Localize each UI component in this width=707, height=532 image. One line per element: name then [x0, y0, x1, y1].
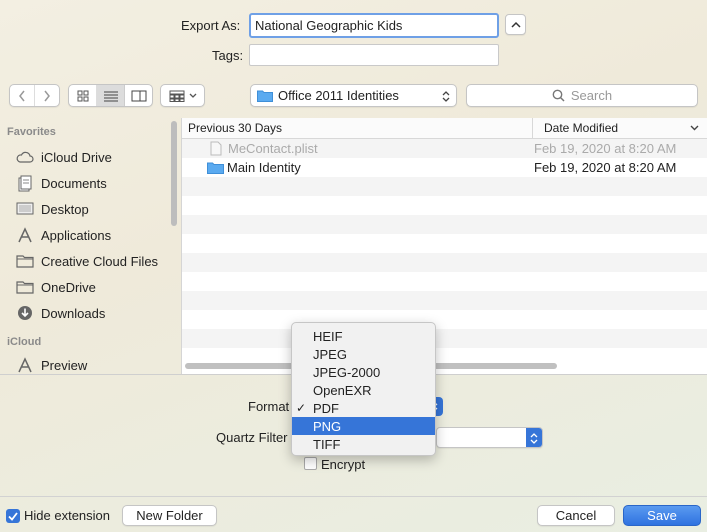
download-icon	[15, 305, 35, 321]
icloud-header: iCloud	[7, 336, 42, 348]
column-view-button[interactable]	[125, 85, 152, 106]
forward-button[interactable]	[35, 85, 59, 106]
location-popup[interactable]: Office 2011 Identities	[250, 84, 457, 107]
grid-icon	[77, 90, 88, 101]
view-switcher	[68, 84, 153, 107]
sidebar-item-desktop[interactable]: Desktop	[0, 196, 181, 222]
file-date: Feb 19, 2020 at 8:20 AM	[534, 160, 677, 175]
tags-input[interactable]	[249, 44, 499, 66]
format-option-openexr[interactable]: OpenEXR	[292, 381, 435, 399]
folder-icon	[15, 254, 35, 268]
sidebar-item-label: OneDrive	[41, 279, 96, 295]
sidebar: Favorites iCloud Drive Documents Desktop…	[0, 118, 181, 374]
column-header: Previous 30 Days Date Modified	[182, 118, 707, 139]
applications-icon	[15, 227, 35, 243]
save-button[interactable]: Save	[623, 505, 701, 526]
file-list: Previous 30 Days Date Modified MeContact…	[181, 118, 707, 374]
checkmark-icon	[8, 511, 18, 521]
sidebar-item-creative-cloud-files[interactable]: Creative Cloud Files	[0, 248, 181, 274]
checkmark-icon: ✓	[296, 401, 307, 415]
chevron-up-icon	[510, 21, 521, 28]
sidebar-item-label: Preview	[41, 357, 88, 373]
document-icon	[15, 175, 35, 192]
group-grid-icon	[169, 90, 184, 102]
nav-buttons	[9, 84, 60, 107]
sidebar-item-label: Creative Cloud Files	[41, 253, 159, 269]
tags-label: Tags:	[212, 48, 244, 63]
file-icon	[210, 141, 230, 156]
column-header-date[interactable]: Date Modified	[533, 121, 707, 135]
format-option-jpeg[interactable]: JPEG	[292, 345, 435, 363]
quartz-filter-popup[interactable]	[436, 427, 543, 448]
group-button[interactable]	[160, 84, 205, 107]
file-name: Main Identity	[227, 160, 301, 175]
new-folder-button[interactable]: New Folder	[122, 505, 217, 526]
columns-icon	[131, 90, 146, 101]
sidebar-item-label: Downloads	[41, 305, 106, 321]
format-option-heif[interactable]: HEIF	[292, 327, 435, 345]
folder-icon	[257, 90, 273, 102]
folder-icon	[15, 280, 35, 294]
favorites-header: Favorites	[7, 126, 56, 138]
hide-extension-checkbox[interactable]	[6, 509, 20, 523]
cancel-button[interactable]: Cancel	[537, 505, 615, 526]
sidebar-item-label: Documents	[41, 175, 107, 191]
sidebar-item-onedrive[interactable]: OneDrive	[0, 274, 181, 300]
chevron-down-icon	[189, 93, 196, 98]
export-as-input[interactable]: National Geographic Kids	[249, 13, 499, 38]
cloud-icon	[15, 151, 35, 163]
export-as-value: National Geographic Kids	[255, 18, 403, 33]
file-date: Feb 19, 2020 at 8:20 AM	[534, 141, 677, 156]
list-icon	[103, 91, 118, 101]
collapse-button[interactable]	[505, 14, 526, 35]
folder-icon	[207, 161, 227, 174]
back-button[interactable]	[10, 85, 35, 106]
format-option-png[interactable]: PNG	[292, 417, 435, 435]
applications-icon	[15, 357, 35, 373]
encrypt-checkbox[interactable]	[304, 457, 317, 470]
column-header-name[interactable]: Previous 30 Days	[182, 118, 533, 138]
sidebar-item-label: Applications	[41, 227, 112, 243]
sidebar-item-applications[interactable]: Applications	[0, 222, 181, 248]
chevron-down-icon	[690, 125, 699, 131]
hide-extension-label: Hide extension	[24, 508, 110, 523]
format-menu: HEIF JPEG JPEG-2000 OpenEXR ✓ PDF PNG TI…	[291, 322, 436, 456]
desktop-icon	[15, 202, 35, 216]
table-row[interactable]: MeContact.plist Feb 19, 2020 at 8:20 AM	[182, 139, 707, 158]
updown-chevron-icon	[530, 433, 538, 444]
search-field[interactable]: Search	[466, 84, 698, 107]
search-placeholder: Search	[570, 88, 613, 103]
sidebar-item-icloud-drive[interactable]: iCloud Drive	[0, 144, 181, 170]
chevron-left-icon	[19, 90, 25, 101]
search-icon	[552, 89, 565, 102]
file-name: MeContact.plist	[228, 141, 318, 156]
location-label: Office 2011 Identities	[278, 88, 399, 103]
chevron-right-icon	[44, 90, 50, 101]
quartz-filter-label: Quartz Filter	[216, 430, 288, 445]
updown-chevron-icon	[442, 91, 450, 102]
format-option-jpeg-2000[interactable]: JPEG-2000	[292, 363, 435, 381]
format-option-pdf[interactable]: ✓ PDF	[292, 399, 435, 417]
sidebar-item-label: iCloud Drive	[41, 149, 112, 165]
encrypt-label: Encrypt	[321, 457, 366, 472]
export-as-label: Export As:	[181, 18, 241, 33]
icon-view-button[interactable]	[69, 85, 97, 106]
list-view-button[interactable]	[97, 85, 125, 106]
sidebar-item-label: Desktop	[41, 201, 89, 217]
table-row[interactable]: Main Identity Feb 19, 2020 at 8:20 AM	[182, 158, 707, 177]
sidebar-item-downloads[interactable]: Downloads	[0, 300, 181, 326]
format-label: Format	[248, 399, 290, 414]
sidebar-item-documents[interactable]: Documents	[0, 170, 181, 196]
format-option-tiff[interactable]: TIFF	[292, 435, 435, 453]
sidebar-scrollbar[interactable]	[171, 121, 177, 226]
